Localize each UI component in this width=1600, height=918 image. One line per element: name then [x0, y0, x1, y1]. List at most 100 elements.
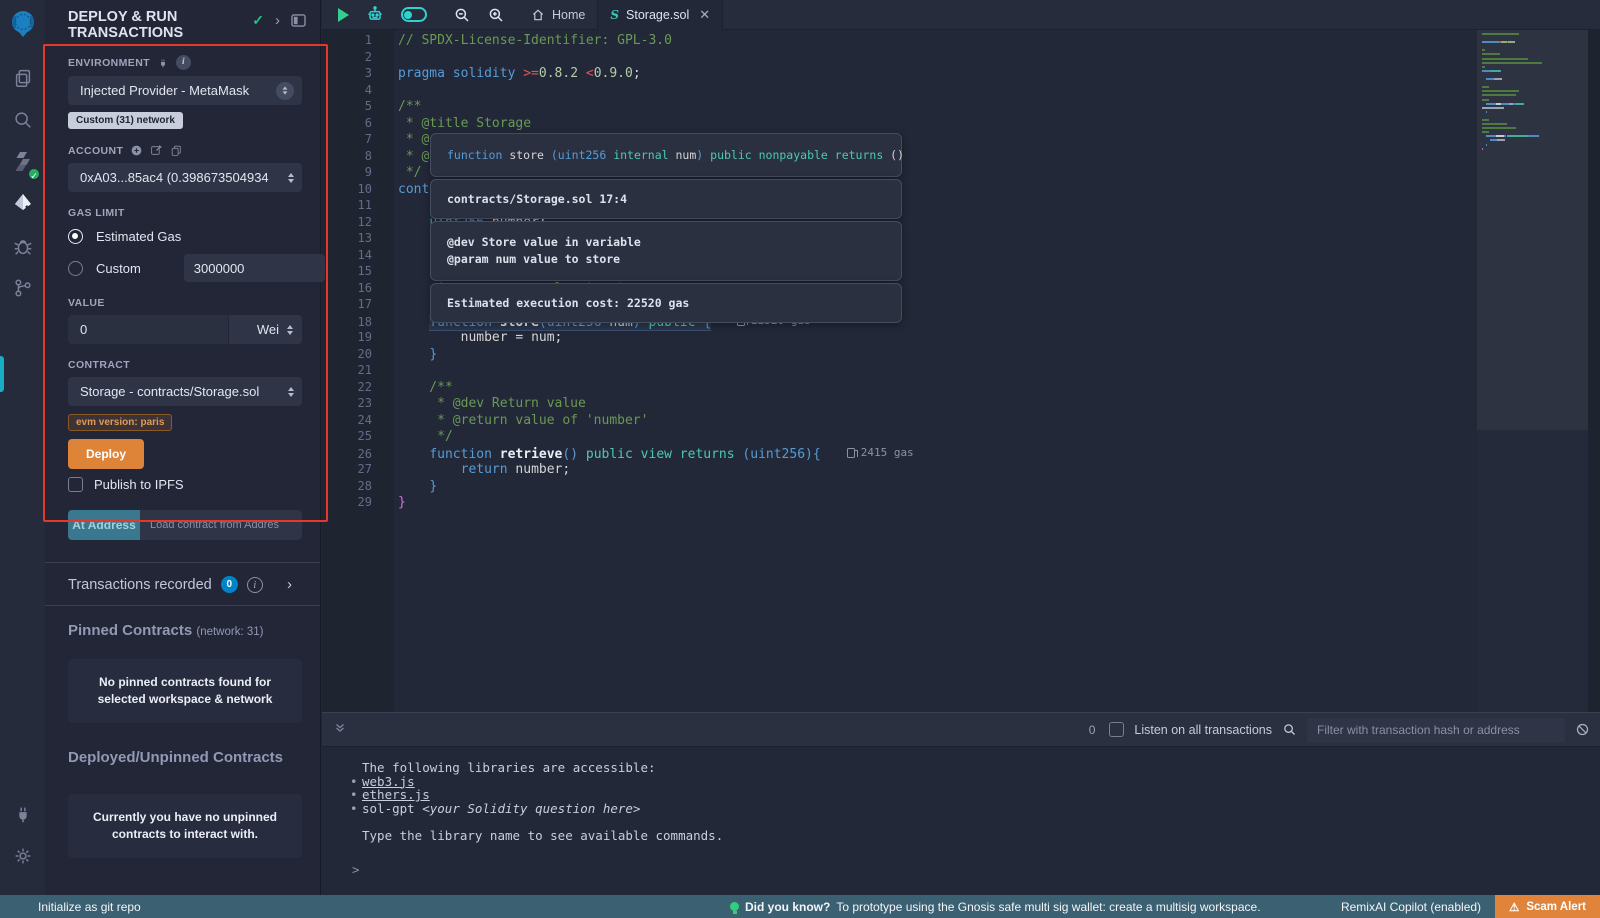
- terminal-filter-input[interactable]: [1307, 718, 1565, 742]
- lightbulb-icon: [730, 902, 739, 911]
- value-unit-select[interactable]: Wei: [228, 315, 302, 344]
- listen-all-transactions-checkbox[interactable]: [1109, 722, 1124, 737]
- plug-icon: [157, 57, 169, 69]
- plugin-manager-icon[interactable]: [0, 793, 45, 835]
- listen-all-transactions-label: Listen on all transactions: [1134, 723, 1272, 737]
- code-line[interactable]: 21: [322, 362, 1600, 379]
- terminal-prompt[interactable]: >: [352, 863, 1600, 877]
- terminal-library-link[interactable]: ethers.js: [352, 788, 1600, 802]
- transactions-info-icon[interactable]: i: [247, 577, 263, 593]
- unpinned-contracts-title: Deployed/Unpinned Contracts: [45, 723, 320, 766]
- tooltip-execution-cost: Estimated execution cost: 22520 gas: [430, 283, 902, 323]
- pinned-contracts-title: Pinned Contracts (network: 31): [45, 606, 320, 639]
- scam-alert-button[interactable]: ⚠ Scam Alert: [1495, 895, 1600, 918]
- zoom-in-icon[interactable]: [479, 0, 513, 30]
- tab-home[interactable]: Home: [519, 0, 597, 30]
- pin-panel-icon[interactable]: [291, 14, 306, 27]
- forward-chevron-icon[interactable]: ›: [275, 12, 280, 29]
- add-account-icon[interactable]: [130, 144, 143, 157]
- run-script-icon[interactable]: [322, 0, 357, 30]
- deploy-button[interactable]: Deploy: [68, 439, 144, 469]
- chevron-updown-icon: [287, 325, 293, 335]
- terminal-library-link[interactable]: sol-gpt <your Solidity question here>: [352, 802, 1600, 816]
- pinned-empty-message: No pinned contracts found for selected w…: [68, 659, 302, 723]
- settings-gear-icon[interactable]: [0, 835, 45, 877]
- editor-scrollbar[interactable]: [1588, 30, 1600, 712]
- copy-account-icon[interactable]: [170, 144, 183, 157]
- value-input[interactable]: [68, 315, 228, 344]
- code-line[interactable]: 26 function retrieve() public view retur…: [322, 445, 1600, 462]
- ai-copilot-robot-icon[interactable]: [357, 0, 393, 30]
- code-line[interactable]: 23 * @dev Return value: [322, 395, 1600, 412]
- active-plugin-marker: [0, 356, 4, 392]
- chevron-updown-icon: [288, 387, 294, 397]
- git-icon[interactable]: [0, 267, 45, 309]
- at-address-button[interactable]: At Address: [68, 510, 140, 540]
- publish-ipfs-checkbox[interactable]: [68, 477, 83, 492]
- at-address-input[interactable]: [140, 510, 302, 540]
- code-line[interactable]: 22 /**: [322, 379, 1600, 396]
- transactions-expand-icon[interactable]: ›: [287, 576, 302, 593]
- copilot-toggle[interactable]: [393, 0, 435, 30]
- terminal-text-line: Type the library name to see available c…: [352, 829, 1600, 843]
- code-line[interactable]: 28 }: [322, 478, 1600, 495]
- debugger-icon[interactable]: [0, 225, 45, 267]
- solidity-compiler-icon[interactable]: ✓: [0, 141, 45, 183]
- chevron-updown-icon: [276, 82, 294, 100]
- environment-select[interactable]: Injected Provider - MetaMask: [68, 76, 302, 105]
- account-select[interactable]: 0xA03...85ac4 (0.398673504934: [68, 163, 302, 192]
- code-line[interactable]: 2: [322, 49, 1600, 66]
- terminal-text-line: [352, 815, 1600, 829]
- contract-select[interactable]: Storage - contracts/Storage.sol: [68, 377, 302, 406]
- deploy-run-icon[interactable]: [0, 183, 45, 225]
- status-bar: Initialize as git repo Did you know? To …: [0, 895, 1600, 918]
- tab-storage-sol[interactable]: S Storage.sol ✕: [597, 0, 723, 30]
- code-hover-tooltip: function store (uint256 internal num) pu…: [430, 133, 902, 325]
- fuel-icon: [847, 448, 855, 458]
- copilot-status: RemixAI Copilot (enabled): [1341, 900, 1481, 914]
- code-line[interactable]: 5/**: [322, 98, 1600, 115]
- terminal-library-link[interactable]: web3.js: [352, 775, 1600, 789]
- code-line[interactable]: 19 number = num;: [322, 329, 1600, 346]
- chevron-updown-icon: [288, 173, 294, 183]
- warning-icon: ⚠: [1509, 900, 1519, 914]
- estimated-gas-radio[interactable]: [68, 229, 83, 244]
- home-icon: [531, 8, 545, 22]
- remix-logo-icon[interactable]: [6, 7, 40, 41]
- close-tab-icon[interactable]: ✕: [699, 7, 710, 23]
- editor-area: Home S Storage.sol ✕ 1// SPDX-License-Id…: [322, 0, 1600, 895]
- terminal-search-icon: [1282, 722, 1297, 737]
- account-label: ACCOUNT: [68, 144, 302, 157]
- icon-sidebar: ✓: [0, 0, 45, 895]
- transactions-count-badge: 0: [221, 576, 238, 593]
- custom-gas-label: Custom: [96, 261, 141, 276]
- editor-minimap[interactable]: [1477, 30, 1588, 712]
- zoom-out-icon[interactable]: [445, 0, 479, 30]
- code-line[interactable]: 29}: [322, 494, 1600, 511]
- publish-ipfs-label: Publish to IPFS: [94, 477, 184, 492]
- code-line[interactable]: 24 * @return value of 'number': [322, 412, 1600, 429]
- transaction-listen-count: 0: [1089, 723, 1096, 737]
- code-line[interactable]: 4: [322, 82, 1600, 99]
- clear-console-icon[interactable]: [1575, 722, 1590, 737]
- code-line[interactable]: 1// SPDX-License-Identifier: GPL-3.0: [322, 32, 1600, 49]
- code-line[interactable]: 6 * @title Storage: [322, 115, 1600, 132]
- code-line[interactable]: 20 }: [322, 346, 1600, 363]
- gas-estimate-annotation: 2415 gas: [847, 445, 914, 462]
- tooltip-function-signature: function store (uint256 internal num) pu…: [430, 133, 902, 177]
- code-line[interactable]: 25 */: [322, 428, 1600, 445]
- code-line[interactable]: 27 return number;: [322, 461, 1600, 478]
- custom-gas-input[interactable]: [184, 254, 325, 282]
- collapse-terminal-icon[interactable]: [334, 721, 346, 739]
- file-explorer-icon[interactable]: [0, 57, 45, 99]
- custom-gas-radio[interactable]: [68, 261, 83, 276]
- terminal-output[interactable]: The following libraries are accessible:w…: [322, 747, 1600, 877]
- terminal-text-line: The following libraries are accessible:: [352, 761, 1600, 775]
- search-icon[interactable]: [0, 99, 45, 141]
- gas-limit-label: GAS LIMIT: [68, 207, 302, 219]
- environment-info-icon[interactable]: i: [176, 55, 191, 70]
- code-line[interactable]: 3pragma solidity >=0.8.2 <0.9.0;: [322, 65, 1600, 82]
- git-init-status[interactable]: Initialize as git repo: [0, 900, 141, 914]
- edit-account-icon[interactable]: [150, 144, 163, 157]
- contract-label: CONTRACT: [68, 359, 302, 371]
